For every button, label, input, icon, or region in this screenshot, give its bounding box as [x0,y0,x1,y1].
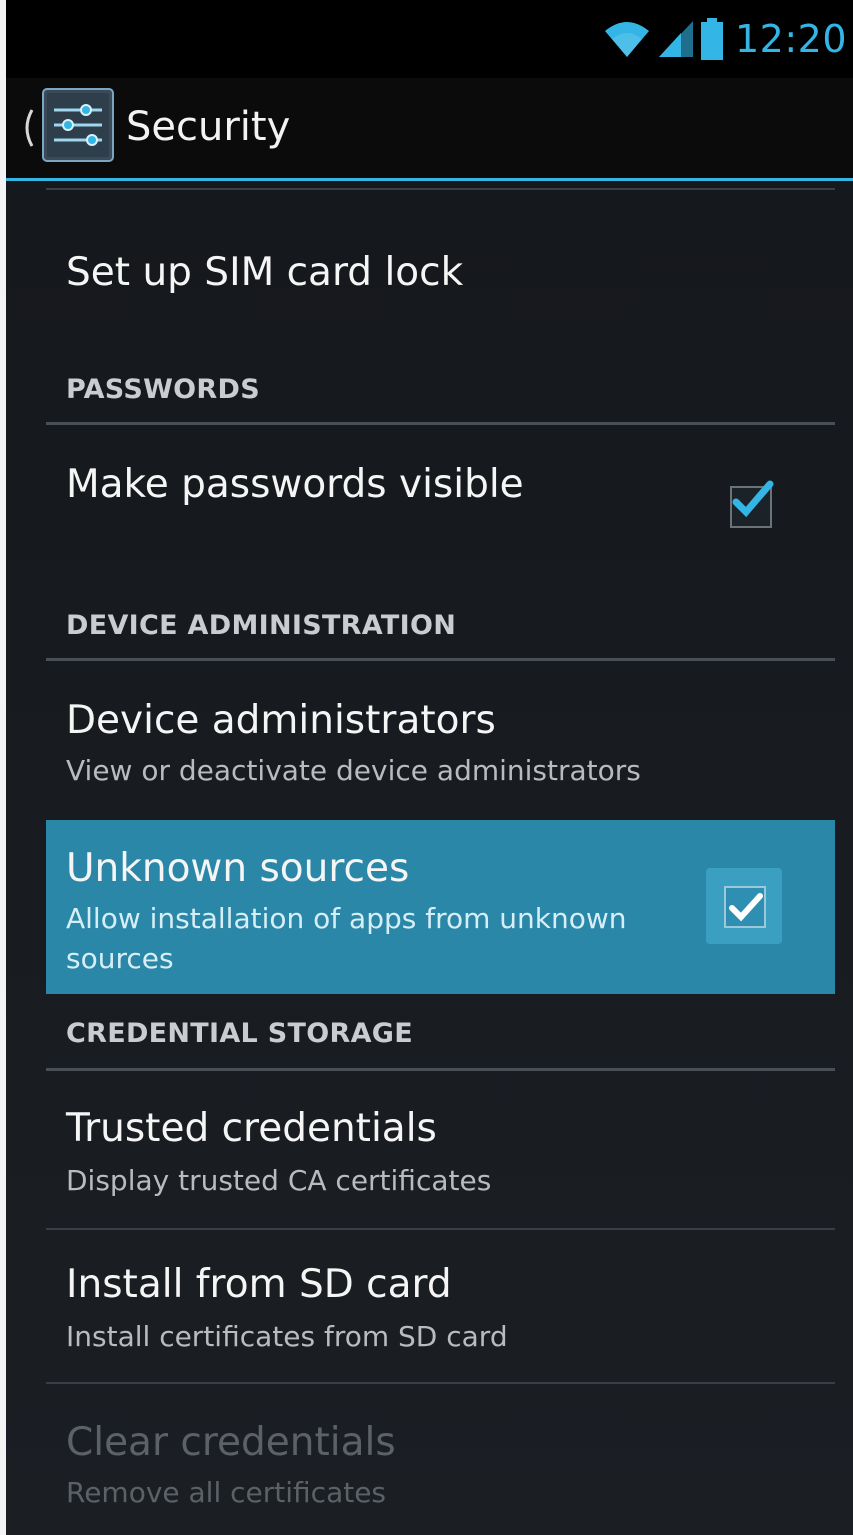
pref-title: Set up SIM card lock [66,250,464,295]
pref-trusted-credentials[interactable]: Trusted credentials Display trusted CA c… [46,1072,835,1228]
checkmark-icon [729,893,763,922]
status-bar: 12:20 [6,0,853,78]
passwords-visible-checkbox[interactable] [730,480,774,528]
pref-summary: Install certificates from SD card [66,1320,508,1353]
pref-title: Unknown sources [66,846,410,891]
battery-icon [700,18,723,60]
pref-summary: Allow installation of apps from unknown [66,902,627,935]
checkmark-icon [732,480,774,518]
section-header-passwords: PASSWORDS [66,374,260,405]
pref-clear-credentials: Clear credentials Remove all certificate… [46,1384,835,1535]
status-icons: 12:20 [603,14,847,64]
pref-title: Make passwords visible [66,462,524,507]
pref-title: Trusted credentials [66,1106,437,1151]
section-header-credential-storage: CREDENTIAL STORAGE [66,1018,413,1049]
pref-install-from-sd-card[interactable]: Install from SD card Install certificate… [46,1230,835,1382]
pref-sim-card-lock[interactable]: Set up SIM card lock [46,192,835,362]
action-bar: Security [6,78,853,181]
pref-summary: View or deactivate device administrators [66,754,641,787]
pref-device-administrators[interactable]: Device administrators View or deactivate… [46,662,835,818]
pref-summary: sources [66,942,174,975]
chevron-left-icon [25,109,34,147]
settings-sliders-icon [42,88,114,162]
security-settings-screen: 12:20 Security Set up SIM card lock PASS… [6,0,853,1535]
pref-title: Install from SD card [66,1262,452,1307]
section-divider [46,1068,835,1071]
status-clock: 12:20 [734,17,847,61]
pref-title: Clear credentials [66,1420,396,1465]
signal-icon [658,21,693,57]
pref-summary: Remove all certificates [66,1476,387,1509]
pref-make-passwords-visible[interactable]: Make passwords visible [46,426,835,596]
page-title: Security [126,104,291,150]
divider [46,188,835,190]
unknown-sources-checkbox[interactable] [724,886,766,928]
up-button[interactable] [6,78,118,178]
section-header-device-administration: DEVICE ADMINISTRATION [66,610,457,641]
pref-unknown-sources[interactable]: Unknown sources Allow installation of ap… [46,820,835,994]
wifi-icon [604,22,649,57]
section-divider [46,658,835,661]
pref-title: Device administrators [66,698,496,743]
pref-summary: Display trusted CA certificates [66,1164,492,1197]
section-divider [46,422,835,425]
